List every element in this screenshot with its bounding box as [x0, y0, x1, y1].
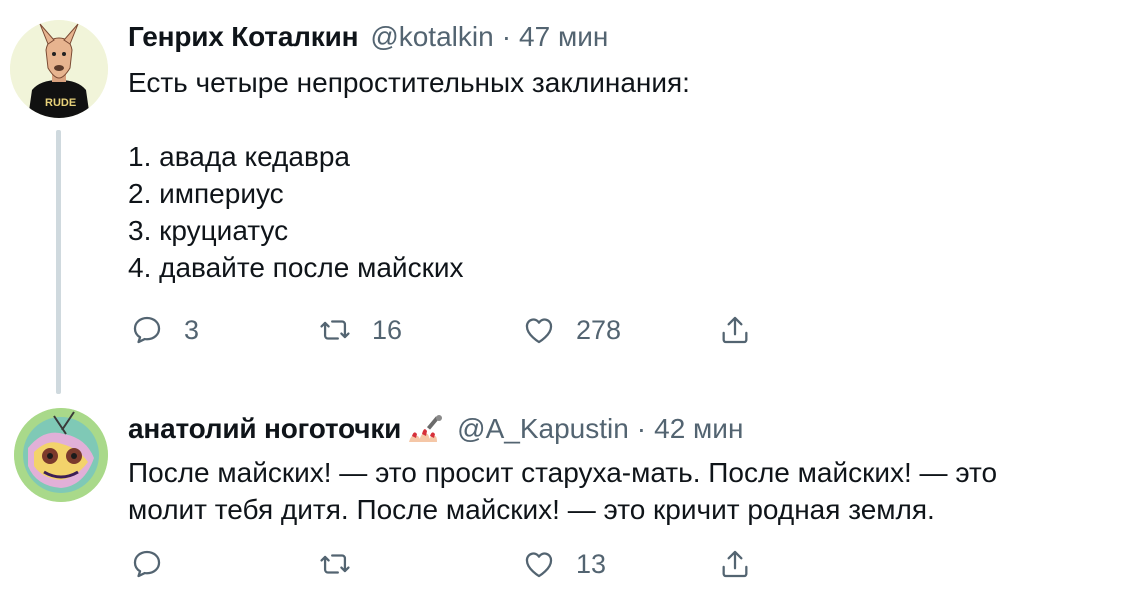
heart-icon [525, 552, 553, 578]
retweet-button[interactable] [318, 544, 372, 584]
author-name[interactable]: анатолий ноготочки [128, 413, 401, 445]
tweet-text: После майских! — это просит старуха-мать… [128, 457, 998, 525]
tweet-actions: 13 [130, 544, 770, 584]
author-handle[interactable]: @kotalkin [370, 21, 493, 53]
heart-icon [525, 318, 553, 344]
speech-bubble-icon [133, 550, 161, 578]
avatar[interactable] [14, 408, 108, 502]
nail-polish-emoji-icon [405, 414, 445, 444]
tweet-actions: 3 16 278 [130, 310, 770, 350]
author-handle[interactable]: @A_Kapustin [457, 413, 629, 445]
separator-dot: · [501, 21, 512, 52]
reply-button[interactable] [130, 544, 184, 584]
like-count: 13 [576, 548, 607, 579]
share-icon [722, 316, 748, 344]
thread-line [56, 130, 61, 394]
tweet-header: Генрих Коталкин @kotalkin · 47 мин [128, 20, 608, 54]
share-button[interactable] [718, 544, 752, 584]
timestamp[interactable]: 42 мин [654, 413, 743, 445]
like-button[interactable]: 278 [522, 310, 621, 350]
tweet-text: Есть четыре непростительных заклинания: … [128, 67, 690, 283]
separator-dot: · [636, 413, 647, 444]
psychedelic-face-avatar-icon [14, 408, 108, 502]
doberman-avatar-icon: RUDE [10, 20, 108, 118]
share-icon [722, 550, 748, 578]
reply-button[interactable]: 3 [130, 310, 199, 350]
avatar[interactable]: RUDE [10, 20, 108, 118]
timestamp[interactable]: 47 мин [519, 21, 608, 53]
retweet-icon [320, 554, 350, 574]
tweet-1[interactable]: RUDE Генрих Коталкин @kotalkin · 47 мин … [0, 0, 1122, 394]
retweet-icon [320, 320, 350, 340]
speech-bubble-icon [133, 316, 161, 344]
retweet-button[interactable]: 16 [318, 310, 402, 350]
svg-text:RUDE: RUDE [45, 97, 76, 109]
like-count: 278 [576, 314, 622, 345]
reply-count: 3 [184, 314, 200, 345]
tweet-2[interactable]: анатолий ноготочки @A_Kapustin · 42 мин … [0, 390, 1122, 594]
retweet-count: 16 [372, 314, 403, 345]
share-button[interactable] [718, 310, 752, 350]
author-name[interactable]: Генрих Коталкин [128, 21, 359, 53]
like-button[interactable]: 13 [522, 544, 606, 584]
tweet-header: анатолий ноготочки @A_Kapustin · 42 мин [128, 412, 743, 446]
